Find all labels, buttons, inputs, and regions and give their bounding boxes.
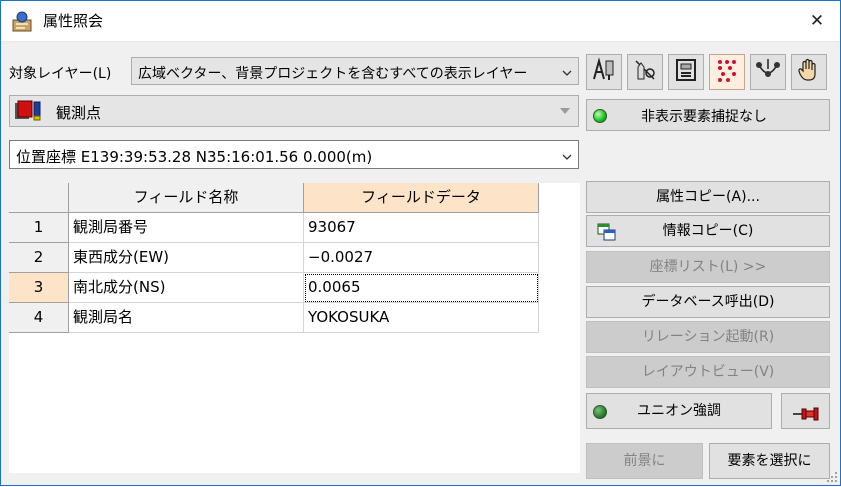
- attribute-pick-icon: [591, 57, 617, 87]
- header-field-data[interactable]: フィールドデータ: [304, 183, 539, 213]
- field-data-cell-focused[interactable]: 0.0065: [304, 273, 539, 303]
- status-led-icon: [593, 109, 607, 123]
- status-text: 非表示要素捕捉なし: [641, 109, 767, 125]
- union-highlight-label: ユニオン強調: [637, 403, 721, 419]
- attribute-grid: フィールド名称 フィールドデータ 1 観測局番号 93067 2 東西成分(EW…: [9, 183, 580, 473]
- info-copy-label: 情報コピー(C): [662, 223, 754, 239]
- hand-button[interactable]: [791, 54, 827, 90]
- vertex-link-button[interactable]: [750, 54, 786, 90]
- feature-select[interactable]: 観測点: [9, 95, 579, 127]
- pushpin-icon: [792, 402, 820, 436]
- target-layer-value: 広域ベクター、背景プロジェクトを含むすべての表示レイヤー: [138, 66, 528, 82]
- chevron-down-icon: [562, 66, 572, 76]
- pin-button[interactable]: [781, 393, 830, 429]
- row-number[interactable]: 3: [9, 273, 69, 303]
- title-bar: 属性照会 ✕: [1, 1, 840, 42]
- relation-launch-button[interactable]: リレーション起動(R): [586, 321, 830, 353]
- coordinate-value: 位置座標 E139:39:53.28 N35:16:01.56 0.000(m): [16, 148, 373, 166]
- field-data-cell[interactable]: 93067: [304, 213, 539, 243]
- field-name-cell[interactable]: 観測局番号: [69, 213, 304, 243]
- dot-grid-icon: [714, 57, 740, 87]
- coordinate-list-button[interactable]: 座標リスト(L) >>: [586, 251, 830, 283]
- window-title: 属性照会: [43, 12, 104, 30]
- feature-value: 観測点: [56, 104, 102, 122]
- chevron-down-icon: [562, 150, 572, 160]
- coordinate-select[interactable]: 位置座標 E139:39:53.28 N35:16:01.56 0.000(m): [9, 140, 579, 169]
- frame-button[interactable]: [668, 54, 704, 90]
- row-number[interactable]: 4: [9, 303, 69, 333]
- triangle-down-icon: [556, 96, 574, 126]
- header-field-name[interactable]: フィールド名称: [69, 183, 304, 213]
- app-icon: [11, 10, 33, 32]
- row-number[interactable]: 2: [9, 243, 69, 273]
- target-layer-select[interactable]: 広域ベクター、背景プロジェクトを含むすべての表示レイヤー: [131, 57, 579, 85]
- pencil-split-button[interactable]: [627, 54, 663, 90]
- layout-view-button[interactable]: レイアウトビュー(V): [586, 356, 830, 388]
- target-layer-label: 対象レイヤー(L): [9, 66, 112, 82]
- field-name-cell[interactable]: 南北成分(NS): [69, 273, 304, 303]
- field-name-cell[interactable]: 観測局名: [69, 303, 304, 333]
- pencil-split-icon: [632, 57, 658, 87]
- union-led-icon: [593, 405, 607, 419]
- select-feature-button[interactable]: 要素を選択に: [709, 443, 830, 479]
- copy-windows-icon: [597, 222, 617, 252]
- attribute-copy-button[interactable]: 属性コピー(A)...: [586, 181, 830, 213]
- close-icon: ✕: [809, 11, 825, 31]
- bring-to-front-button[interactable]: 前景に: [586, 443, 703, 479]
- field-data-cell[interactable]: YOKOSUKA: [304, 303, 539, 333]
- close-button[interactable]: ✕: [794, 1, 840, 41]
- resize-grip-icon[interactable]: [826, 471, 838, 483]
- attribute-pick-button[interactable]: [586, 54, 622, 90]
- feature-type-icon: [14, 100, 46, 126]
- hand-icon: [796, 57, 822, 87]
- dot-grid-button[interactable]: [709, 54, 745, 90]
- union-highlight-button[interactable]: ユニオン強調: [586, 393, 772, 429]
- field-name-cell[interactable]: 東西成分(EW): [69, 243, 304, 273]
- attribute-query-window: 属性照会 ✕ 対象レイヤー(L) 広域ベクター、背景プロジェクトを含むすべての表…: [0, 0, 841, 486]
- field-data-cell[interactable]: −0.0027: [304, 243, 539, 273]
- database-call-button[interactable]: データベース呼出(D): [586, 286, 830, 318]
- vertex-link-icon: [755, 57, 781, 87]
- frame-icon: [673, 57, 699, 87]
- grid-corner[interactable]: [9, 183, 69, 213]
- info-copy-button[interactable]: 情報コピー(C): [586, 215, 830, 247]
- row-number[interactable]: 1: [9, 213, 69, 243]
- hidden-feature-capture-status[interactable]: 非表示要素捕捉なし: [586, 99, 830, 131]
